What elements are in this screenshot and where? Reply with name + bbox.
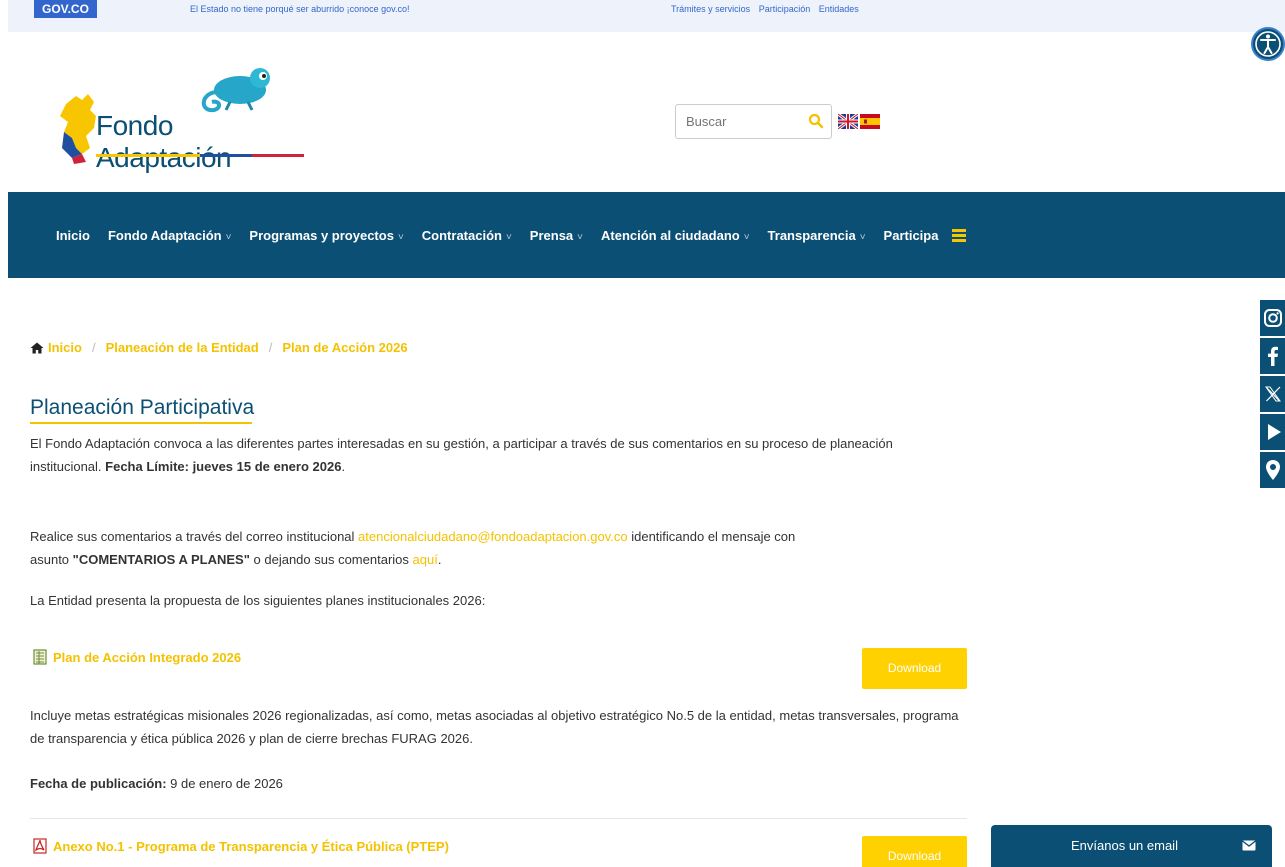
nav-item-inicio[interactable]: Inicio xyxy=(56,228,90,243)
instagram-icon[interactable] xyxy=(1260,300,1285,336)
comments-text-2: identificando el mensaje con xyxy=(627,529,796,544)
comments-text: Realice sus comentarios a través del cor… xyxy=(30,529,359,544)
intro-end: . xyxy=(341,459,346,474)
link-entidades[interactable]: Entidades xyxy=(819,4,859,14)
link-tramites[interactable]: Trámites y servicios xyxy=(671,4,750,14)
youtube-play-icon[interactable] xyxy=(1260,414,1285,450)
nav-item-programas[interactable]: Programas y proyectos ˅ xyxy=(249,228,403,243)
breadcrumb: Inicio / Planeación de la Entidad / Plan… xyxy=(30,340,408,355)
search-input[interactable] xyxy=(676,105,796,138)
spreadsheet-file-icon xyxy=(33,649,47,665)
logo-underline xyxy=(96,154,304,157)
intro-paragraph: El Fondo Adaptación convoca a las difere… xyxy=(30,432,960,478)
govco-links: Trámites y servicios Participación Entid… xyxy=(671,4,865,14)
chevron-down-icon: ˅ xyxy=(743,231,750,243)
document-title-1[interactable]: Plan de Acción Integrado 2026 xyxy=(33,649,241,665)
download-button[interactable]: Download xyxy=(862,836,967,867)
breadcrumb-home[interactable]: Inicio xyxy=(48,340,82,355)
nav-item-prensa[interactable]: Prensa ˅ xyxy=(530,228,583,243)
comments-paragraph: Realice sus comentarios a través del cor… xyxy=(30,525,890,571)
publication-date-label: Fecha de publicación: xyxy=(30,776,167,791)
nav-menu: Inicio Fondo Adaptación ˅ Programas y pro… xyxy=(56,192,967,278)
plans-intro: La Entidad presenta la propuesta de los … xyxy=(30,593,486,608)
accessibility-icon[interactable] xyxy=(1251,21,1285,67)
nav-item-fondo-adaptacion[interactable]: Fondo Adaptación ˅ xyxy=(108,228,231,243)
divider xyxy=(30,818,967,819)
nav-item-atencion[interactable]: Atención al ciudadano ˅ xyxy=(601,228,750,243)
chevron-down-icon: ˅ xyxy=(577,231,584,243)
chevron-down-icon: ˅ xyxy=(225,231,232,243)
fondo-adaptacion-logo[interactable]: Fondo Adaptación xyxy=(50,58,310,173)
title-underline xyxy=(30,422,252,424)
page-title: Planeación Participativa xyxy=(30,396,255,424)
govco-tagline[interactable]: El Estado no tiene porqué ser aburrido ¡… xyxy=(190,4,409,14)
subject-text: "COMENTARIOS A PLANES" xyxy=(72,552,250,567)
email-link[interactable]: atencionalciudadano@fondoadaptacion.gov.… xyxy=(358,529,628,544)
chevron-down-icon: ˅ xyxy=(505,231,512,243)
email-widget[interactable]: Envíanos un email xyxy=(991,825,1272,867)
envelope-icon xyxy=(1242,840,1256,851)
publication-date: Fecha de publicación: 9 de enero de 2026 xyxy=(30,772,960,795)
uk-flag-icon[interactable] xyxy=(838,114,858,129)
page-title-text: Planeación Participativa xyxy=(30,396,255,419)
social-sidebar xyxy=(1260,300,1285,490)
nav-item-contratacion[interactable]: Contratación ˅ xyxy=(422,228,512,243)
main-navbar: Inicio Fondo Adaptación ˅ Programas y pro… xyxy=(8,192,1285,278)
document-title-1-text: Plan de Acción Integrado 2026 xyxy=(53,649,242,665)
comments-end: . xyxy=(437,552,442,567)
publication-date-value: 9 de enero de 2026 xyxy=(166,776,283,791)
chevron-down-icon: ˅ xyxy=(397,231,404,243)
deadline-text: Fecha Límite: jueves 15 de enero 2026 xyxy=(105,459,342,474)
email-widget-label: Envíanos un email xyxy=(1071,838,1178,853)
comments-text-4: o dejando sus comentarios xyxy=(249,552,413,567)
facebook-icon[interactable] xyxy=(1260,338,1285,374)
search-box xyxy=(675,104,832,139)
document-title-2[interactable]: Anexo No.1 - Programa de Transparencia y… xyxy=(33,838,449,854)
comments-text-3: asunto xyxy=(30,552,73,567)
x-twitter-icon[interactable] xyxy=(1260,376,1285,412)
location-pin-icon[interactable] xyxy=(1260,452,1285,488)
breadcrumb-separator: / xyxy=(268,340,273,355)
gov-top-bar: GOV.CO El Estado no tiene porqué ser abu… xyxy=(8,0,1285,32)
breadcrumb-current[interactable]: Plan de Acción 2026 xyxy=(282,340,407,355)
search-icon[interactable] xyxy=(808,113,824,129)
document-title-2-text: Anexo No.1 - Programa de Transparencia y… xyxy=(53,838,449,854)
govco-logo[interactable]: GOV.CO xyxy=(34,0,97,18)
nav-item-participa[interactable]: Participa xyxy=(884,228,939,243)
breadcrumb-separator: / xyxy=(91,340,96,355)
hamburger-menu-icon[interactable] xyxy=(952,229,967,242)
logo-text: Fondo Adaptación xyxy=(96,110,232,173)
spain-flag-icon[interactable] xyxy=(860,114,880,129)
pdf-file-icon xyxy=(33,838,47,854)
download-button[interactable]: Download xyxy=(862,648,967,689)
breadcrumb-planeacion[interactable]: Planeación de la Entidad xyxy=(106,340,259,355)
document-description-1: Incluye metas estratégicas misionales 20… xyxy=(30,708,959,746)
link-participacion[interactable]: Participación xyxy=(759,4,811,14)
chevron-down-icon: ˅ xyxy=(859,231,866,243)
aqui-link[interactable]: aquí xyxy=(413,552,438,567)
nav-item-transparencia[interactable]: Transparencia ˅ xyxy=(768,228,866,243)
home-icon[interactable] xyxy=(30,342,44,354)
